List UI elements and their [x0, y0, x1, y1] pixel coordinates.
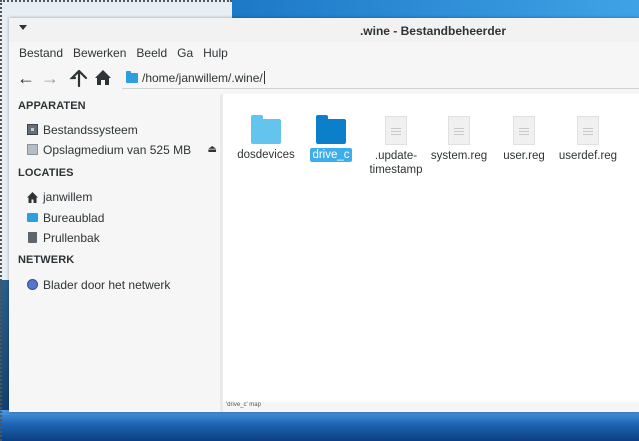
folder-icon — [126, 71, 138, 83]
folder-icon — [316, 115, 346, 144]
status-text: 'drive_c' map — [226, 402, 261, 408]
section-header-apparaten: APPARATEN — [18, 100, 86, 112]
menu-hulp[interactable]: Hulp — [198, 44, 233, 62]
document-icon — [577, 116, 599, 145]
file-manager-window: .wine - Bestandbeheerder Bestand Bewerke… — [9, 18, 639, 412]
file-item-drive-c[interactable]: drive_c — [296, 114, 366, 162]
menu-beeld[interactable]: Beeld — [131, 44, 172, 62]
home-icon — [27, 190, 38, 203]
sidebar-item-janwillem[interactable]: janwillem — [27, 188, 217, 206]
file-item-dosdevices[interactable]: dosdevices — [231, 114, 301, 162]
folder-icon — [251, 115, 281, 144]
window-title: .wine - Bestandbeheerder — [359, 24, 507, 38]
file-view: dosdevices drive_c .update-timestamp sys… — [223, 94, 639, 402]
desktop-background-top — [232, 0, 639, 18]
menu-bestand[interactable]: Bestand — [9, 44, 68, 62]
statusbar: 'drive_c' map — [223, 402, 639, 412]
file-item-userdef-reg[interactable]: userdef.reg — [553, 114, 623, 163]
section-header-locaties: LOCATIES — [18, 167, 74, 179]
sidebar-item-bureaublad[interactable]: Bureaublad — [27, 209, 217, 227]
back-arrow-icon[interactable]: ← — [15, 67, 37, 89]
menu-ga[interactable]: Ga — [172, 44, 198, 62]
trash-icon — [28, 232, 37, 243]
file-item-system-reg[interactable]: system.reg — [424, 114, 494, 163]
titlebar: .wine - Bestandbeheerder — [9, 18, 639, 42]
sidebar: APPARATEN Bestandssysteem Opslagmedium v… — [9, 94, 221, 412]
menubar: Bestand Bewerken Beeld Ga Hulp — [9, 44, 233, 62]
document-icon — [448, 116, 470, 145]
drive-icon — [27, 124, 38, 135]
network-icon — [27, 279, 38, 290]
usb-drive-icon — [27, 144, 38, 155]
location-path[interactable]: /home/janwillem/.wine/ — [142, 71, 265, 85]
eject-icon[interactable]: ⏏ — [208, 141, 217, 159]
menu-bewerken[interactable]: Bewerken — [68, 44, 131, 62]
up-arrow-icon[interactable] — [68, 67, 90, 89]
home-icon[interactable] — [92, 67, 114, 89]
sidebar-item-netwerk[interactable]: Blader door het netwerk — [27, 276, 217, 294]
file-item-update-timestamp[interactable]: .update-timestamp — [361, 114, 431, 177]
toolbar: ← → /home/janwillem/.wine/ — [9, 66, 639, 90]
sidebar-item-opslagmedium[interactable]: Opslagmedium van 525 MB ⏏ — [27, 141, 217, 159]
section-header-netwerk: NETWERK — [18, 254, 75, 266]
sidebar-item-prullenbak[interactable]: Prullenbak — [27, 229, 217, 247]
desktop-background-bottom — [0, 410, 639, 441]
sidebar-item-bestandssysteem[interactable]: Bestandssysteem — [27, 121, 217, 139]
location-bar[interactable]: /home/janwillem/.wine/ — [122, 68, 639, 89]
document-icon — [385, 116, 407, 145]
document-icon — [513, 116, 535, 145]
desktop-icon — [27, 213, 38, 222]
selected-file-label: drive_c — [310, 148, 352, 162]
file-item-user-reg[interactable]: user.reg — [489, 114, 559, 163]
forward-arrow-icon[interactable]: → — [39, 67, 61, 89]
